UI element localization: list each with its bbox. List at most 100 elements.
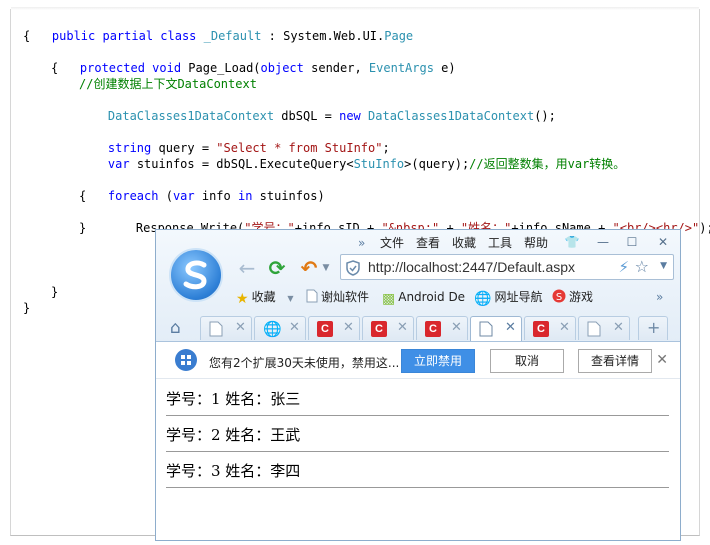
globe-icon: 🌐 — [474, 291, 492, 307]
code-line-6: DataClasses1DataContext dbSQL = new Data… — [79, 92, 556, 123]
student-record: 学号：3 姓名：李四 — [166, 462, 301, 480]
lightning-icon[interactable]: ⚡ — [618, 258, 629, 276]
tab[interactable]: C ✕ — [308, 316, 360, 340]
menu-more-icon[interactable]: » — [358, 235, 365, 251]
bookmark-label: 收藏 — [251, 290, 276, 304]
bookmark-favorites[interactable]: ★ 收藏 ▼ — [236, 289, 294, 307]
code-token: stuinfos) — [252, 189, 325, 203]
bookmark-item-2[interactable]: ▩ Android De — [382, 289, 466, 307]
list-item: 学号：3 姓名：李四 — [166, 452, 669, 488]
bookmark-item-4[interactable]: S 游戏 — [552, 289, 593, 305]
tab[interactable]: ✕ — [200, 316, 252, 340]
home-icon[interactable]: ⌂ — [170, 318, 181, 338]
address-bar[interactable]: http://localhost:2447/Default.aspx ⚡ ☆ ▼ — [340, 254, 674, 280]
student-record: 学号：1 姓名：张三 — [166, 390, 301, 408]
bookmark-item-3[interactable]: 🌐 网址导航 — [474, 289, 543, 307]
tab[interactable]: 🌐 ✕ — [254, 316, 306, 340]
code-token: foreach — [107, 189, 159, 203]
plus-icon: + — [647, 318, 661, 337]
close-window-button[interactable]: ✕ — [654, 233, 672, 251]
globe-icon: 🌐 — [263, 320, 282, 338]
code-token: sender, — [303, 61, 369, 75]
code-token: ); — [699, 221, 710, 235]
tab[interactable]: C ✕ — [362, 316, 414, 340]
chevron-down-icon[interactable]: ▼ — [287, 294, 293, 303]
close-tab-icon[interactable]: ✕ — [397, 320, 408, 335]
cancel-button[interactable]: 取消 — [490, 349, 564, 373]
menu-file[interactable]: 文件 — [380, 235, 404, 251]
close-tab-icon[interactable]: ✕ — [613, 320, 624, 335]
page-icon — [479, 321, 495, 337]
url-text[interactable]: http://localhost:2447/Default.aspx — [368, 259, 575, 275]
extension-icon — [175, 349, 197, 371]
menu-favorites[interactable]: 收藏 — [452, 235, 476, 251]
close-tab-icon[interactable]: ✕ — [235, 320, 246, 335]
code-line-3: protected void Page_Load(object sender, … — [51, 44, 456, 75]
code-line-7: string query = "Select * from StuInfo"; — [79, 124, 390, 155]
code-token: _Default — [203, 29, 262, 43]
bookmark-label: 网址导航 — [494, 290, 543, 304]
code-line-13: } — [51, 285, 59, 299]
menu-tools[interactable]: 工具 — [488, 235, 512, 251]
tab-strip: ⌂ ✕ 🌐 ✕ C ✕ C ✕ C ✕ ✕ C ✕ ✕ + — [156, 314, 680, 342]
code-token: ( — [158, 189, 173, 203]
shield-icon — [346, 260, 360, 280]
bookmark-label: Android De — [398, 290, 466, 304]
c-site-icon: C — [425, 321, 441, 337]
code-token: DataClasses1DataContext — [107, 109, 275, 123]
menu-help[interactable]: 帮助 — [524, 235, 548, 251]
list-item: 学号：1 姓名：张三 — [166, 380, 669, 416]
undo-icon[interactable]: ↶ — [298, 257, 320, 281]
skin-icon[interactable]: 👕 — [563, 233, 581, 251]
bookmarks-more-icon[interactable]: » — [656, 289, 663, 305]
view-details-button[interactable]: 查看详情 — [578, 349, 652, 373]
close-icon[interactable]: ✕ — [656, 352, 668, 368]
sogou-logo-icon[interactable] — [169, 248, 223, 302]
code-token: stuinfos = dbSQL.ExecuteQuery< — [129, 157, 354, 171]
star-icon[interactable]: ☆ — [635, 257, 649, 276]
c-site-icon: C — [533, 321, 549, 337]
code-token: Page_Load( — [188, 61, 261, 75]
code-line-11: Response.Write("学号："+info.sID + "&nbsp;"… — [107, 204, 710, 235]
code-line-8: var stuinfos = dbSQL.ExecuteQuery<StuInf… — [79, 140, 625, 171]
tab-active[interactable]: ✕ — [470, 316, 522, 341]
tab[interactable]: C ✕ — [524, 316, 576, 340]
back-arrow-icon[interactable]: ← — [236, 257, 258, 281]
code-token: Page — [384, 29, 414, 43]
bookmark-item-1[interactable]: 谢灿软件 — [306, 289, 369, 305]
code-token: new — [339, 109, 369, 123]
code-token: StuInfo — [353, 157, 405, 171]
address-dropdown-icon[interactable]: ▼ — [660, 261, 667, 271]
disable-now-button[interactable]: 立即禁用 — [401, 349, 475, 373]
bookmark-label: 游戏 — [569, 290, 594, 304]
refresh-icon[interactable]: ⟳ — [265, 257, 289, 281]
close-tab-icon[interactable]: ✕ — [289, 320, 300, 335]
code-token: var — [172, 189, 195, 203]
code-line-5: //创建数据上下文DataContext — [79, 77, 257, 91]
close-tab-icon[interactable]: ✕ — [559, 320, 570, 335]
c-site-icon: C — [371, 321, 387, 337]
student-record: 学号：2 姓名：王武 — [166, 426, 301, 444]
browser-window: » 文件 查看 收藏 工具 帮助 👕 — ☐ ✕ ← ⟳ ↶ ▼ http://… — [155, 229, 681, 541]
close-tab-icon[interactable]: ✕ — [343, 320, 354, 335]
tab[interactable]: C ✕ — [416, 316, 468, 340]
code-line-9: foreach (var info in stuinfos) — [79, 172, 325, 203]
new-tab-button[interactable]: + — [638, 316, 668, 340]
code-token: (); — [534, 109, 556, 123]
code-token: //返回整数集，用var转换。 — [469, 157, 626, 171]
code-line-14: } — [23, 301, 31, 315]
code-token: >(query); — [404, 157, 470, 171]
minimize-button[interactable]: — — [594, 233, 612, 251]
code-token: EventArgs — [368, 61, 434, 75]
tab[interactable]: ✕ — [578, 316, 630, 340]
menu-view[interactable]: 查看 — [416, 235, 440, 251]
code-token: public partial class — [51, 29, 204, 43]
maximize-button[interactable]: ☐ — [623, 233, 641, 251]
undo-dropdown-icon[interactable]: ▼ — [320, 257, 332, 281]
code-line-10: { — [79, 189, 87, 203]
close-tab-icon[interactable]: ✕ — [505, 320, 516, 335]
code-token: e) — [433, 61, 456, 75]
c-site-icon: C — [317, 321, 333, 337]
close-tab-icon[interactable]: ✕ — [451, 320, 462, 335]
svg-text:S: S — [556, 292, 562, 303]
